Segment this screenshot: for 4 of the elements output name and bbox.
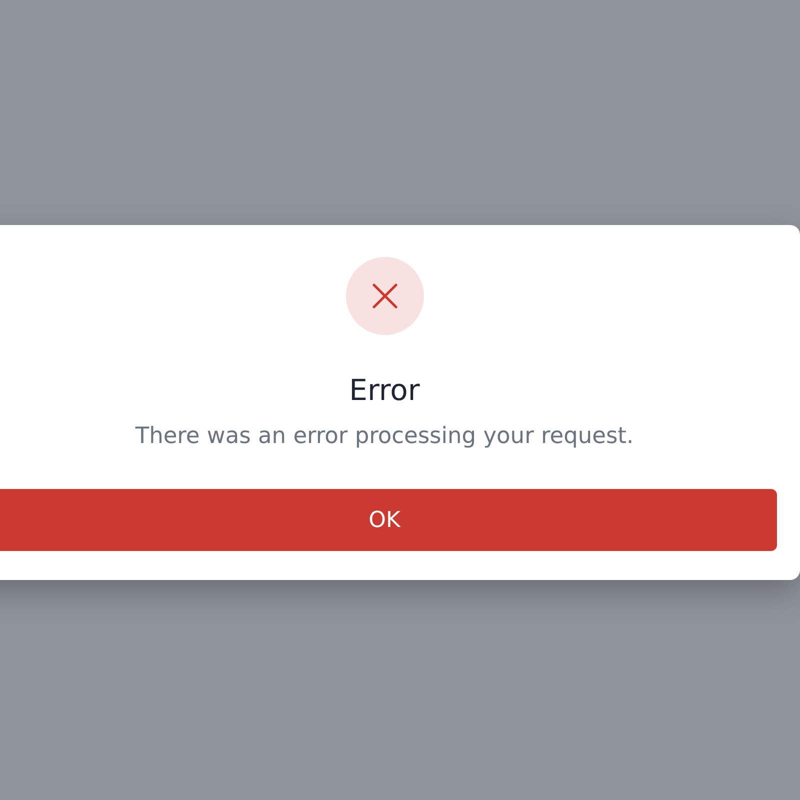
- dialog-message: There was an error processing your request.: [135, 425, 634, 447]
- close-icon: [372, 283, 398, 309]
- ok-button[interactable]: OK: [0, 489, 777, 551]
- dialog-title: Error: [349, 375, 420, 405]
